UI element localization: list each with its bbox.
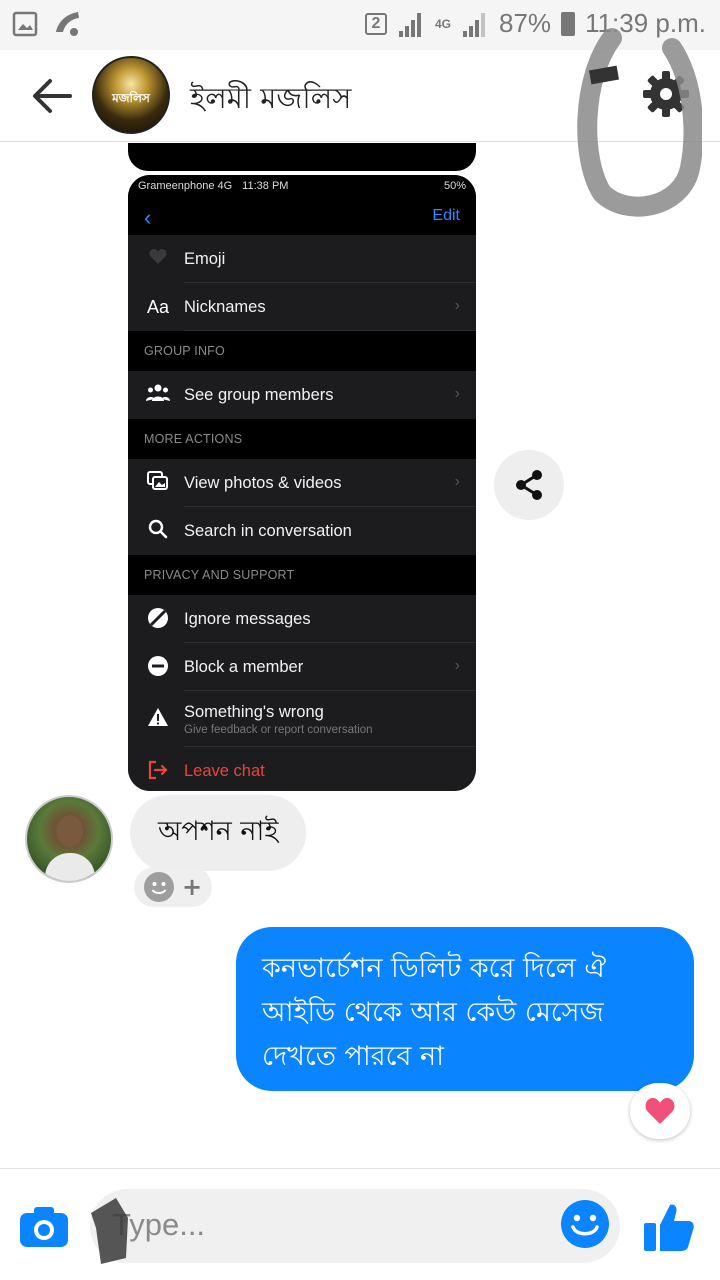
screenshot-battery: 50%	[443, 180, 466, 192]
outgoing-message-bubble[interactable]: কনভার্চেশন ডিলিট করে দিলে ঐ আইডি থেকে আর…	[236, 927, 694, 1091]
battery-icon	[561, 11, 576, 36]
screenshot-row-label: Nicknames	[184, 297, 266, 316]
heart-icon	[146, 247, 170, 271]
warning-icon	[146, 707, 170, 731]
sender-avatar[interactable]	[25, 795, 113, 883]
heart-icon	[645, 1098, 675, 1124]
status-bar: 2 4G 87% 11:39 p.m.	[0, 0, 720, 50]
ignore-icon	[146, 607, 170, 631]
screenshot-row-label: Block a member	[184, 657, 304, 676]
screenshot-row-leave: Leave chat	[128, 747, 476, 791]
share-icon	[516, 470, 542, 500]
message-input-placeholder: Type...	[112, 1207, 206, 1242]
screenshot-row-label: Ignore messages	[184, 609, 311, 628]
group-name[interactable]: ইলমী মজলিস	[190, 76, 351, 125]
battery-percent: 87%	[499, 8, 552, 38]
previous-image-bubble[interactable]	[128, 143, 476, 171]
share-button[interactable]	[494, 450, 564, 520]
message-list[interactable]: Grameenphone 4G 11:38 PM 50% ‹ Edit Emoj…	[0, 143, 720, 1168]
screenshot-row-sublabel: Give feedback or report conversation	[184, 723, 373, 736]
screenshot-row-label: View photos & videos	[184, 473, 342, 492]
screenshot-row-nicknames: Aa Nicknames ›	[128, 283, 476, 331]
search-icon	[146, 519, 170, 543]
screenshot-section-privacy: PRIVACY AND SUPPORT	[128, 555, 476, 595]
emoji-icon[interactable]	[560, 1199, 610, 1249]
photos-icon	[146, 471, 170, 495]
signal-sim2-icon	[397, 11, 425, 37]
network-type-label: 4G	[435, 16, 452, 31]
smile-reaction-icon	[143, 872, 174, 902]
screenshot-status-bar: Grameenphone 4G 11:38 PM 50%	[128, 175, 476, 197]
thumbs-up-icon[interactable]	[640, 1199, 696, 1255]
screenshot-section-group: GROUP INFO	[128, 331, 476, 371]
screenshot-time: 11:38 PM	[242, 180, 289, 192]
gallery-notification-icon	[12, 11, 38, 37]
chevron-right-icon: ›	[454, 385, 460, 402]
chevron-left-icon: ‹	[144, 205, 152, 230]
plus-icon: +	[181, 873, 203, 901]
screenshot-section-more: MORE ACTIONS	[128, 419, 476, 459]
screenshot-row-ignore: Ignore messages	[128, 595, 476, 643]
screenshot-row-label: Emoji	[184, 249, 226, 268]
incoming-message-text: অপশন নাই	[158, 815, 279, 847]
screenshot-row-label: See group members	[184, 385, 334, 404]
gear-icon[interactable]	[640, 68, 692, 120]
group-members-icon	[146, 383, 170, 407]
screenshot-row-emoji: Emoji	[128, 235, 476, 283]
sim-slot-badge: 2	[365, 12, 387, 35]
chevron-right-icon: ›	[454, 297, 460, 314]
camera-icon[interactable]	[18, 1205, 70, 1249]
signal-sim1-icon	[461, 11, 489, 37]
chevron-right-icon: ›	[454, 657, 460, 674]
chevron-right-icon: ›	[454, 473, 460, 490]
phone-call-icon	[56, 12, 79, 36]
heart-reaction-badge[interactable]	[630, 1083, 690, 1139]
screenshot-image-message[interactable]: Grameenphone 4G 11:38 PM 50% ‹ Edit Emoj…	[128, 175, 476, 791]
chat-header: মজলিস ইলমী মজলিস	[0, 50, 720, 142]
incoming-message-bubble[interactable]: অপশন নাই	[130, 795, 307, 871]
screenshot-row-label: Leave chat	[184, 761, 265, 780]
screenshot-edit-label: Edit	[432, 207, 460, 224]
aa-icon: Aa	[146, 297, 170, 317]
group-avatar-text: মজলিস	[112, 91, 150, 105]
composer: Type...	[0, 1168, 720, 1280]
screenshot-row-label: Something's wrong	[184, 702, 324, 721]
add-reaction-button[interactable]: +	[134, 867, 212, 907]
back-arrow-icon[interactable]	[30, 76, 74, 116]
screenshot-row-members: See group members ›	[128, 371, 476, 419]
block-icon	[146, 655, 170, 679]
screenshot-row-something-wrong: Something's wrong Give feedback or repor…	[128, 691, 476, 747]
screenshot-row-block: Block a member ›	[128, 643, 476, 691]
leave-icon	[146, 759, 170, 783]
clock: 11:39 p.m.	[585, 8, 706, 38]
screenshot-carrier: Grameenphone 4G	[138, 180, 233, 192]
outgoing-message-text: কনভার্চেশন ডিলিট করে দিলে ঐ আইডি থেকে আর…	[262, 953, 607, 1072]
message-input[interactable]: Type...	[90, 1189, 620, 1263]
screenshot-row-search: Search in conversation	[128, 507, 476, 555]
group-avatar[interactable]: মজলিস	[92, 56, 170, 134]
screenshot-row-label: Search in conversation	[184, 521, 352, 540]
screenshot-nav: ‹ Edit	[128, 197, 476, 235]
screenshot-row-photos: View photos & videos ›	[128, 459, 476, 507]
